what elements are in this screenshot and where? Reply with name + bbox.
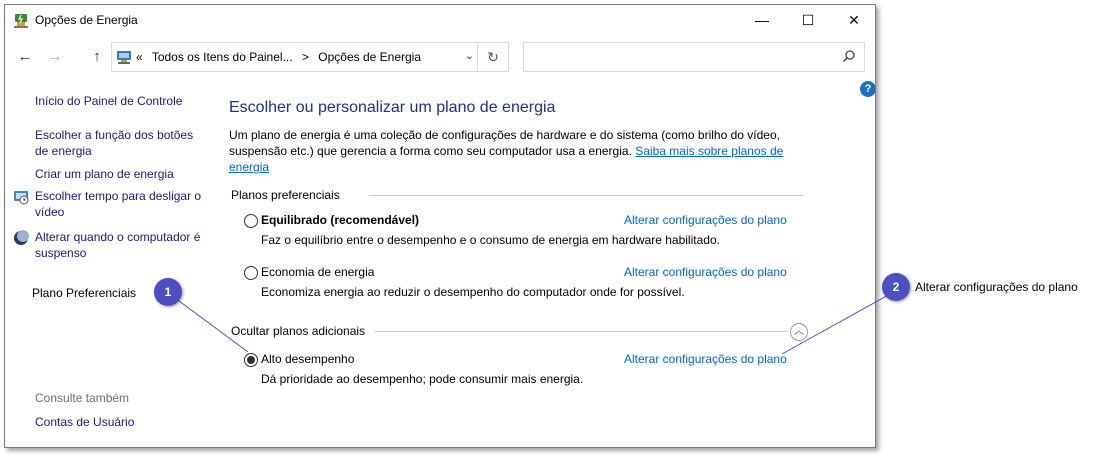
plan-desc-power-saver: Economiza energia ao reduzir o desempenh… bbox=[261, 285, 685, 299]
plan-name-power-saver[interactable]: Economia de energia bbox=[261, 265, 374, 279]
back-button[interactable]: ← bbox=[15, 47, 35, 67]
power-options-window: Opções de Energia — ☐ ✕ ← → ↑ « Todos os… bbox=[4, 4, 876, 448]
page-description: Um plano de energia é uma coleção de con… bbox=[229, 127, 789, 175]
collapse-chevron-up-icon[interactable]: ︿ bbox=[790, 323, 808, 341]
search-box[interactable] bbox=[523, 42, 865, 72]
additional-plans-header: Ocultar planos adicionais bbox=[231, 324, 366, 338]
title-bar: Opções de Energia — ☐ ✕ bbox=[5, 5, 875, 37]
address-bar[interactable]: « Todos os Itens do Painel... > Opções d… bbox=[111, 42, 509, 72]
plan-name-balanced[interactable]: Equilibrado (recomendável) bbox=[261, 213, 419, 227]
breadcrumb-separator: > bbox=[301, 50, 309, 64]
control-panel-home-link[interactable]: Início do Painel de Controle bbox=[35, 93, 182, 109]
plan-desc-high-performance: Dá prioridade ao desempenho; pode consum… bbox=[261, 372, 584, 386]
breadcrumb-all-items[interactable]: Todos os Itens do Painel... bbox=[152, 50, 293, 64]
control-panel-icon bbox=[117, 51, 131, 64]
callout-2-badge: 2 bbox=[882, 273, 910, 301]
forward-button[interactable]: → bbox=[45, 47, 65, 67]
address-dropdown-button[interactable]: ⌄ bbox=[465, 49, 474, 62]
sidebar-item-create-plan[interactable]: Criar um plano de energia bbox=[35, 166, 174, 182]
moon-icon bbox=[14, 230, 29, 245]
sidebar-item-power-buttons[interactable]: Escolher a função dos botões de energia bbox=[35, 127, 200, 159]
breadcrumb-overflow[interactable]: « bbox=[136, 50, 143, 64]
plan-settings-link-power-saver[interactable]: Alterar configurações do plano bbox=[624, 265, 787, 279]
search-input[interactable] bbox=[528, 47, 832, 67]
callout-2-label: Alterar configurações do plano bbox=[915, 280, 1078, 294]
left-navigation-pane: Início do Painel de Controle Escolher a … bbox=[5, 89, 205, 439]
search-icon[interactable] bbox=[842, 49, 856, 63]
see-also-heading: Consulte também bbox=[35, 391, 130, 405]
callout-1-badge: 1 bbox=[154, 278, 182, 306]
maximize-button[interactable]: ☐ bbox=[785, 5, 831, 35]
plan-radio-balanced[interactable] bbox=[244, 214, 258, 228]
sidebar-item-sleep-settings[interactable]: Alterar quando o computador é suspenso bbox=[35, 229, 203, 261]
callout-1-label: Plano Preferenciais bbox=[32, 286, 137, 300]
plan-radio-power-saver[interactable] bbox=[244, 266, 258, 280]
user-accounts-link[interactable]: Contas de Usuário bbox=[35, 414, 134, 430]
preferred-plans-header: Planos preferenciais bbox=[231, 188, 340, 202]
plan-settings-link-high-performance[interactable]: Alterar configurações do plano bbox=[624, 352, 787, 366]
up-button[interactable]: ↑ bbox=[87, 47, 107, 67]
monitor-clock-icon bbox=[14, 191, 29, 205]
help-icon[interactable]: ? bbox=[860, 81, 875, 97]
page-title: Escolher ou personalizar um plano de ene… bbox=[229, 99, 556, 116]
additional-plans-divider bbox=[375, 331, 787, 332]
sidebar-item-turn-off-display[interactable]: Escolher tempo para desligar o vídeo bbox=[35, 188, 203, 220]
close-button[interactable]: ✕ bbox=[831, 5, 875, 35]
power-options-icon bbox=[14, 14, 28, 28]
address-bar-row: ← → ↑ « Todos os Itens do Painel... > Op… bbox=[5, 39, 875, 75]
preferred-plans-divider bbox=[369, 195, 804, 196]
breadcrumb-power-options[interactable]: Opções de Energia bbox=[318, 50, 421, 64]
plan-radio-high-performance[interactable] bbox=[244, 353, 258, 367]
minimize-button[interactable]: — bbox=[739, 5, 785, 35]
refresh-button[interactable]: ↻ bbox=[477, 43, 508, 71]
plan-settings-link-balanced[interactable]: Alterar configurações do plano bbox=[624, 213, 787, 227]
plan-desc-balanced: Faz o equilíbrio entre o desempenho e o … bbox=[261, 233, 720, 247]
plan-name-high-performance[interactable]: Alto desempenho bbox=[261, 352, 354, 366]
window-title: Opções de Energia bbox=[35, 13, 138, 27]
